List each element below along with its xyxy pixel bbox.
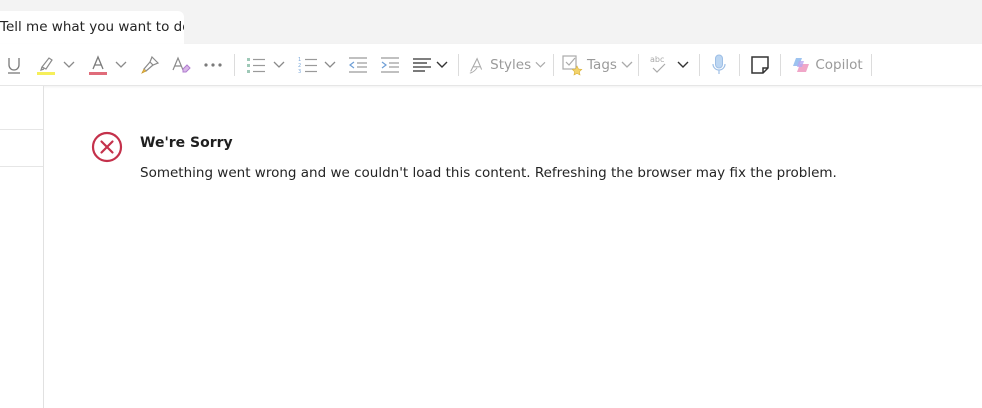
chevron-down-icon <box>436 61 448 68</box>
highlight-button[interactable] <box>33 44 59 85</box>
bulleted-list-icon <box>247 57 265 73</box>
error-icon <box>91 131 123 163</box>
highlight-dropdown[interactable] <box>61 44 77 85</box>
numbered-list-icon: 1 2 3 <box>298 57 317 74</box>
chevron-down-icon <box>273 61 285 68</box>
bullets-button[interactable] <box>243 44 269 85</box>
top-bar: Tell me what you want to do <box>0 0 982 45</box>
copilot-label: Copilot <box>815 56 863 73</box>
chevron-down-icon <box>324 61 336 68</box>
ribbon-separator <box>780 54 781 76</box>
ribbon-separator <box>234 54 235 76</box>
bullets-dropdown[interactable] <box>271 44 287 85</box>
increase-indent-button[interactable] <box>378 44 402 85</box>
decrease-indent-icon <box>349 56 367 73</box>
styles-label: Styles <box>490 56 532 73</box>
ribbon-separator <box>871 54 872 76</box>
highlighter-icon <box>37 56 55 75</box>
chevron-down-icon <box>535 61 546 68</box>
font-color-icon <box>89 54 107 75</box>
pane-divider <box>0 166 43 167</box>
copilot-button[interactable]: Copilot <box>790 44 864 85</box>
chevron-down-icon <box>115 61 127 68</box>
spelling-dropdown[interactable] <box>674 44 692 85</box>
error-message: Something went wrong and we couldn't loa… <box>140 165 837 181</box>
more-options-button[interactable] <box>200 44 226 85</box>
clear-formatting-button[interactable] <box>169 44 193 85</box>
font-color-button[interactable] <box>86 44 110 85</box>
left-navigation-pane <box>0 86 44 408</box>
font-color-dropdown[interactable] <box>113 44 129 85</box>
decrease-indent-button[interactable] <box>346 44 370 85</box>
alignment-button[interactable] <box>410 44 434 85</box>
svg-text:3: 3 <box>298 69 301 74</box>
chevron-down-icon <box>621 61 633 68</box>
dictate-button[interactable] <box>707 44 731 85</box>
ribbon-separator <box>739 54 740 76</box>
ribbon-separator <box>458 54 459 76</box>
underline-icon <box>8 57 20 74</box>
tell-me-search-box[interactable]: Tell me what you want to do <box>0 11 184 45</box>
paintbrush-icon <box>141 55 160 74</box>
chevron-down-icon <box>677 61 689 68</box>
ribbon-separator <box>553 54 554 76</box>
ribbon-separator <box>699 54 700 76</box>
ellipsis-icon <box>204 62 222 67</box>
numbering-button[interactable]: 1 2 3 <box>296 44 320 85</box>
clear-formatting-icon <box>172 55 191 72</box>
formatting-ribbon: 1 2 3 Styles Tags abc Copilot <box>0 44 982 86</box>
tags-label: Tags <box>587 56 617 73</box>
format-painter-button[interactable] <box>138 44 162 85</box>
spelling-button[interactable]: abc <box>646 44 672 85</box>
copilot-icon <box>793 57 810 72</box>
increase-indent-icon <box>381 56 399 73</box>
microphone-icon <box>712 54 726 74</box>
spell-check-label: abc <box>650 55 664 64</box>
pane-divider <box>0 129 43 130</box>
underline-button[interactable] <box>2 44 26 85</box>
error-title: We're Sorry <box>140 135 233 151</box>
ribbon-separator <box>638 54 639 76</box>
align-left-icon <box>413 57 431 72</box>
sticky-note-button[interactable] <box>748 44 772 85</box>
styles-button[interactable]: Styles <box>468 44 546 85</box>
sticky-note-icon <box>751 55 769 74</box>
chevron-down-icon <box>63 61 75 68</box>
spell-check-icon: abc <box>650 55 666 73</box>
alignment-dropdown[interactable] <box>434 44 450 85</box>
styles-icon <box>469 56 483 74</box>
numbering-dropdown[interactable] <box>322 44 338 85</box>
tags-button[interactable]: Tags <box>561 44 633 85</box>
tag-checkbox-icon <box>562 54 583 76</box>
